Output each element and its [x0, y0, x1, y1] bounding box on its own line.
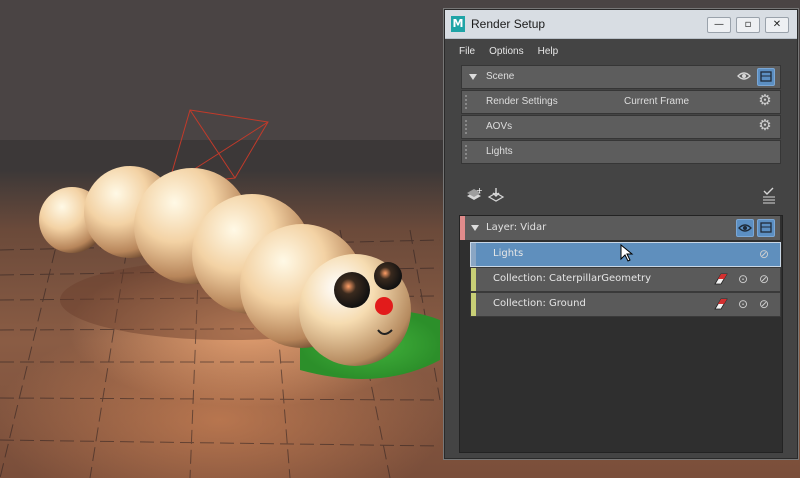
expand-arrow-icon[interactable]: [471, 225, 479, 231]
render-icon[interactable]: [757, 219, 775, 237]
title-bar[interactable]: M Render Setup — ▫ ✕: [445, 10, 797, 39]
collection-color-stripe: [471, 243, 476, 266]
expand-arrow-icon[interactable]: [469, 74, 477, 80]
lights-row[interactable]: Lights: [461, 140, 781, 164]
eye-icon[interactable]: [736, 68, 752, 84]
drag-handle-icon[interactable]: [465, 145, 469, 159]
scene-label: Scene: [486, 71, 515, 82]
layer-label: Layer: Vidar: [486, 222, 547, 233]
collection-label: Collection: CaterpillarGeometry: [493, 273, 652, 284]
isolate-icon[interactable]: ⊙: [735, 296, 751, 312]
collection-color-stripe: [471, 268, 476, 291]
maya-logo-icon: M: [451, 16, 465, 32]
render-setup-body: File Options Help Scene Render Settings …: [445, 39, 797, 458]
window-title: Render Setup: [471, 17, 546, 31]
menu-options[interactable]: Options: [489, 44, 523, 62]
mouse-cursor-icon: [620, 244, 634, 262]
batch-render-icon[interactable]: [761, 186, 777, 206]
create-layer-icon[interactable]: +: [465, 186, 483, 206]
render-setup-window: M Render Setup — ▫ ✕ File Options Help S…: [444, 9, 798, 459]
collection-label: Collection: Ground: [493, 298, 586, 309]
aovs-row[interactable]: AOVs ⚙: [461, 115, 781, 139]
collection-color-stripe: [471, 293, 476, 316]
render-settings-label: Render Settings: [486, 96, 558, 107]
layer-color-stripe: [460, 216, 465, 240]
gear-icon[interactable]: ⚙: [756, 92, 774, 110]
ground-collection-row[interactable]: Collection: Ground ⊙ ⊘: [470, 292, 781, 317]
isolate-icon[interactable]: ⊙: [735, 271, 751, 287]
caterpillar-geometry-collection-row[interactable]: Collection: CaterpillarGeometry ⊙ ⊘: [470, 267, 781, 292]
drag-handle-icon[interactable]: [465, 120, 469, 134]
menu-bar: File Options Help: [459, 44, 558, 62]
disable-icon[interactable]: ⊘: [756, 271, 772, 287]
disable-icon[interactable]: ⊘: [756, 246, 772, 262]
svg-text:+: +: [476, 186, 483, 195]
menu-help[interactable]: Help: [538, 44, 559, 62]
scene-row[interactable]: Scene: [461, 65, 781, 89]
aovs-label: AOVs: [486, 121, 513, 132]
maximize-button[interactable]: ▫: [736, 17, 760, 33]
render-settings-value: Current Frame: [624, 96, 690, 107]
minimize-button[interactable]: —: [707, 17, 731, 33]
render-layer-row[interactable]: Layer: Vidar: [460, 216, 780, 240]
import-layer-icon[interactable]: [487, 186, 505, 206]
eraser-icon[interactable]: [713, 272, 729, 286]
gear-icon[interactable]: ⚙: [756, 117, 774, 135]
render-settings-row[interactable]: Render Settings Current Frame ⚙: [461, 90, 781, 114]
lights-collection-label: Lights: [493, 248, 524, 259]
lights-label: Lights: [486, 146, 513, 157]
drag-handle-icon[interactable]: [465, 95, 469, 109]
eye-icon[interactable]: [736, 219, 754, 237]
render-icon[interactable]: [757, 68, 775, 86]
disable-icon[interactable]: ⊘: [756, 296, 772, 312]
layers-panel[interactable]: Layer: Vidar Lights ⊘ Collection: Caterp…: [459, 215, 783, 453]
eraser-icon[interactable]: [713, 297, 729, 311]
menu-file[interactable]: File: [459, 44, 475, 62]
close-button[interactable]: ✕: [765, 17, 789, 33]
